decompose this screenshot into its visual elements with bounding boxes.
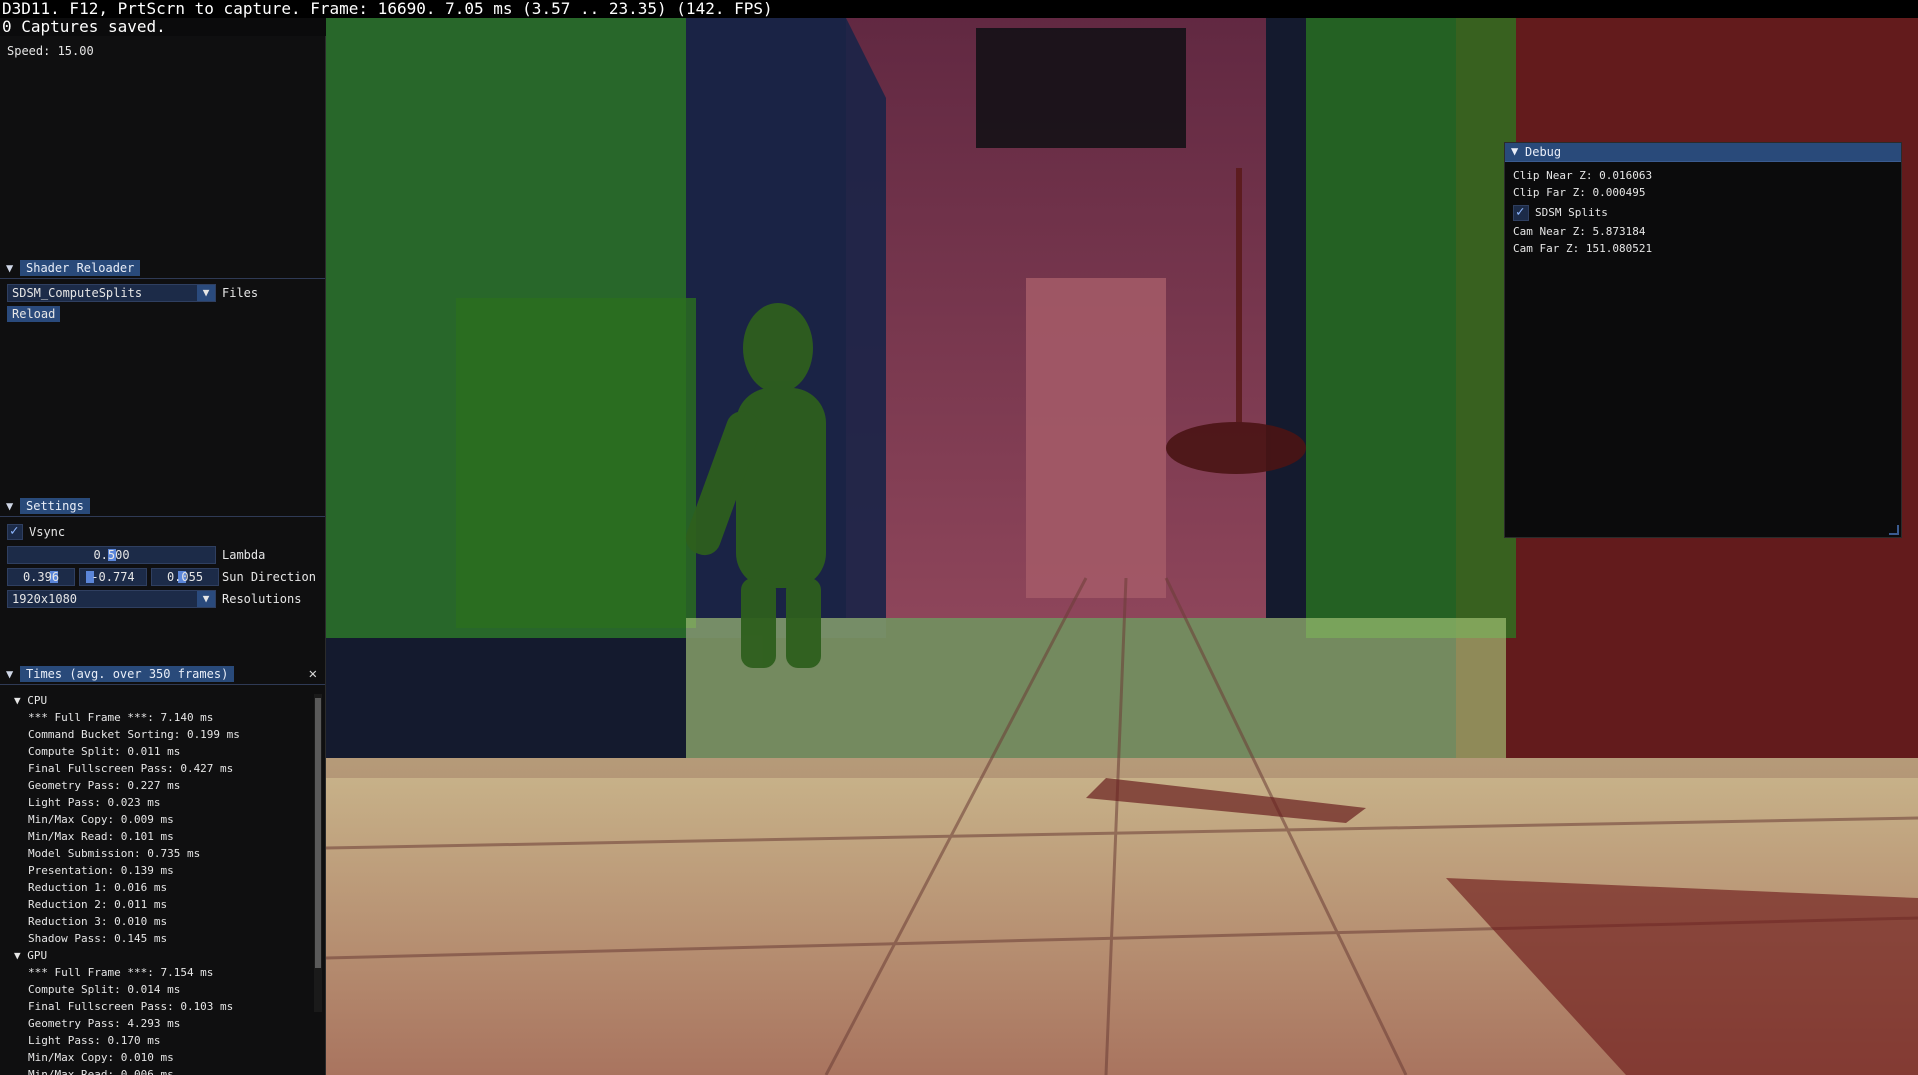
debug-titlebar[interactable]: ▼ Debug [1505, 143, 1901, 162]
cpu-item: Light Pass: 0.023 ms [28, 796, 161, 809]
gpu-item: Compute Split: 0.014 ms [28, 983, 181, 996]
lambda-label: Lambda [222, 548, 266, 562]
gpu-item: Min/Max Copy: 0.010 ms [28, 1051, 174, 1064]
collapse-triangle-icon[interactable]: ▼ [1511, 144, 1518, 158]
gpu-item: *** Full Frame ***: 7.154 ms [28, 966, 214, 979]
panel-title: Shader Reloader [20, 260, 141, 276]
sun-dir-x[interactable]: 0.396 [7, 568, 75, 586]
cpu-item: Reduction 3: 0.010 ms [28, 915, 168, 928]
speed-text: Speed: 15.00 [7, 44, 94, 58]
sdsm-splits-label: SDSM Splits [1535, 206, 1608, 219]
cpu-item: *** Full Frame ***: 7.140 ms [28, 711, 214, 724]
clip-near-text: Clip Near Z: 0.016063 [1513, 169, 1653, 182]
gpu-item: Light Pass: 0.170 ms [28, 1034, 161, 1047]
files-label: Files [222, 286, 259, 300]
times-panel: ▼ Times (avg. over 350 frames) ✕ ▼ CPU **… [0, 664, 326, 1075]
cpu-item: Min/Max Read: 0.101 ms [28, 830, 174, 843]
sdsm-splits-checkbox[interactable]: ✓ [1513, 204, 1529, 221]
times-scrollbar[interactable] [314, 694, 322, 1012]
capture-status-line: D3D11. F12, PrtScrn to capture. Frame: 1… [2, 0, 773, 18]
debug-window[interactable]: ▼ Debug Clip Near Z: 0.016063 Clip Far Z… [1504, 142, 1902, 538]
panel-title: Settings [20, 498, 90, 514]
sun-dir-y[interactable]: -0.774 [79, 568, 147, 586]
cam-far-text: Cam Far Z: 151.080521 [1513, 242, 1653, 255]
shader-reloader-titlebar[interactable]: ▼ Shader Reloader [0, 258, 325, 279]
cpu-item: Geometry Pass: 0.227 ms [28, 779, 181, 792]
collapse-triangle-icon[interactable]: ▼ [6, 499, 13, 513]
collapse-triangle-icon[interactable]: ▼ [6, 667, 13, 681]
reload-button[interactable]: Reload [7, 306, 61, 322]
cpu-header[interactable]: ▼ CPU [14, 694, 47, 708]
vsync-checkbox[interactable]: ✓ [7, 523, 23, 540]
shader-select-value: SDSM_ComputeSplits [12, 286, 143, 300]
cpu-item: Command Bucket Sorting: 0.199 ms [28, 728, 240, 741]
resolutions-label: Resolutions [222, 592, 302, 606]
checkmark-icon: ✓ [10, 523, 19, 539]
cpu-item: Min/Max Copy: 0.009 ms [28, 813, 174, 826]
gpu-header[interactable]: ▼ GPU [14, 949, 47, 963]
collapse-triangle-icon[interactable]: ▼ [6, 261, 13, 275]
speed-panel: Speed: 15.00 [0, 36, 326, 258]
resize-handle[interactable] [1889, 525, 1899, 535]
lambda-value: 0.500 [93, 548, 130, 562]
checkmark-icon: ✓ [1516, 204, 1525, 220]
dropdown-arrow-icon[interactable]: ▼ [197, 591, 215, 607]
times-scroll-thumb[interactable] [315, 698, 321, 968]
sun-dir-x-value: 0.396 [22, 570, 60, 584]
resolution-select[interactable]: 1920x1080 ▼ [7, 590, 216, 608]
cpu-item: Presentation: 0.139 ms [28, 864, 174, 877]
times-body[interactable]: ▼ CPU *** Full Frame ***: 7.140 ms Command… [0, 684, 325, 1075]
settings-panel: ▼ Settings ✓ Vsync 0.500 Lambda 0.396 -0… [0, 496, 326, 664]
cpu-item: Reduction 2: 0.011 ms [28, 898, 168, 911]
cpu-item: Shadow Pass: 0.145 ms [28, 932, 168, 945]
dropdown-arrow-icon[interactable]: ▼ [197, 285, 215, 301]
debug-title: Debug [1525, 145, 1562, 159]
cpu-item: Model Submission: 0.735 ms [28, 847, 201, 860]
lambda-slider[interactable]: 0.500 [7, 546, 216, 564]
cpu-item: Final Fullscreen Pass: 0.427 ms [28, 762, 234, 775]
times-titlebar[interactable]: ▼ Times (avg. over 350 frames) ✕ [0, 664, 325, 685]
shader-reloader-panel: ▼ Shader Reloader SDSM_ComputeSplits ▼ F… [0, 258, 326, 496]
gpu-item: Final Fullscreen Pass: 0.103 ms [28, 1000, 234, 1013]
shader-select[interactable]: SDSM_ComputeSplits ▼ [7, 284, 216, 302]
captures-saved-line: 0 Captures saved. [2, 17, 166, 36]
cpu-item: Compute Split: 0.011 ms [28, 745, 181, 758]
sun-direction-label: Sun Direction [222, 570, 316, 584]
resolution-select-value: 1920x1080 [12, 592, 78, 606]
sun-dir-z-value: 0.055 [166, 570, 204, 584]
sun-dir-y-value: -0.774 [91, 570, 135, 584]
sun-dir-z[interactable]: 0.055 [151, 568, 219, 586]
clip-far-text: Clip Far Z: 0.000495 [1513, 186, 1646, 199]
panel-title: Times (avg. over 350 frames) [20, 666, 235, 682]
gpu-item: Min/Max Read: 0.006 ms [28, 1068, 174, 1075]
cam-near-text: Cam Near Z: 5.873184 [1513, 225, 1646, 238]
gpu-item: Geometry Pass: 4.293 ms [28, 1017, 181, 1030]
vsync-label: Vsync [29, 525, 66, 539]
close-icon[interactable]: ✕ [309, 665, 317, 683]
cpu-item: Reduction 1: 0.016 ms [28, 881, 168, 894]
settings-titlebar[interactable]: ▼ Settings [0, 496, 325, 517]
